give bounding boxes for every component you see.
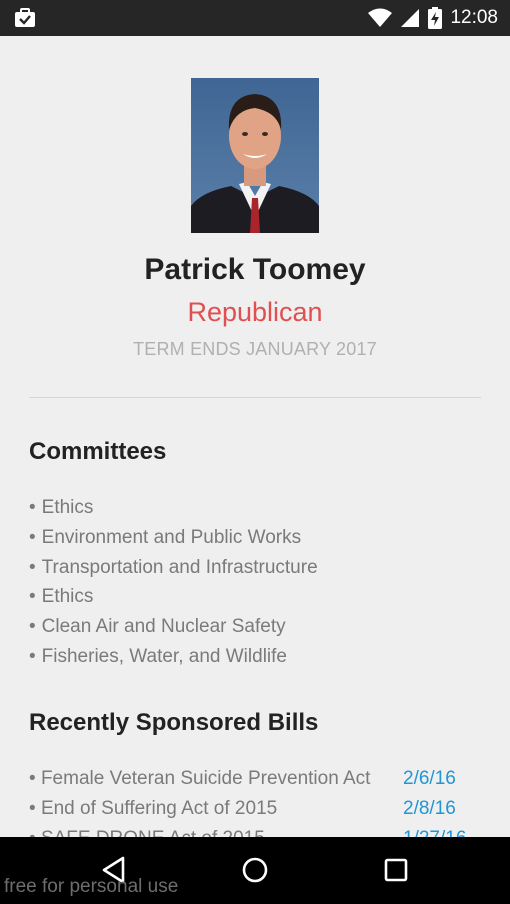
bill-date-link[interactable]: 1/27/16	[403, 824, 466, 837]
bullet: •	[29, 497, 36, 518]
committees-heading: Committees	[29, 438, 167, 465]
member-name: Patrick Toomey	[144, 253, 366, 286]
committee-item: • Ethics	[29, 582, 318, 612]
clock: 12:08	[450, 7, 498, 28]
member-party: Republican	[187, 297, 323, 327]
bullet: •	[29, 586, 36, 608]
bullet: •	[29, 798, 41, 819]
term-end: TERM ENDS JANUARY 2017	[133, 339, 377, 359]
briefcase-check-icon	[15, 8, 35, 27]
bill-item[interactable]: • End of Suffering Act of 2015 2/8/16	[29, 794, 481, 824]
bills-heading: Recently Sponsored Bills	[29, 709, 319, 736]
status-icons: 12:08	[368, 0, 498, 36]
committee-label: Transportation and Infrastructure	[41, 556, 318, 578]
bullet: •	[29, 526, 36, 548]
watermark: free for personal use	[4, 876, 179, 897]
committee-item: • Environment and Public Works	[29, 523, 318, 553]
divider	[29, 397, 481, 398]
committees-list: • Ethics • Environment and Public Works • T…	[29, 493, 318, 672]
wifi-icon	[368, 8, 393, 27]
committee-label: Fisheries, Water, and Wildlife	[41, 645, 287, 667]
bill-date-link[interactable]: 2/8/16	[403, 794, 456, 824]
bill-title[interactable]: Female Veteran Suicide Prevention Act	[41, 768, 371, 789]
status-bar: 12:08	[0, 0, 510, 36]
bullet: •	[29, 645, 36, 667]
committee-item: • Clean Air and Nuclear Safety	[29, 612, 318, 642]
bill-date-link[interactable]: 2/6/16	[403, 764, 456, 794]
bullet: •	[29, 556, 36, 578]
cell-signal-icon	[401, 9, 420, 27]
bill-title[interactable]: End of Suffering Act of 2015	[41, 798, 277, 819]
committee-item: • Transportation and Infrastructure	[29, 553, 318, 583]
bills-list: • Female Veteran Suicide Prevention Act 2…	[29, 764, 481, 837]
committee-label: Clean Air and Nuclear Safety	[41, 616, 286, 638]
recents-icon[interactable]	[381, 855, 411, 885]
bill-item[interactable]: • SAFE DRONE Act of 2015 1/27/16	[29, 824, 481, 837]
committee-label: Ethics	[41, 586, 94, 608]
member-portrait	[191, 78, 319, 233]
bill-title[interactable]: SAFE DRONE Act of 2015	[41, 828, 265, 837]
committee-label: Environment and Public Works	[41, 526, 302, 548]
committee-item: • Ethics	[29, 493, 318, 523]
committee-item: • Fisheries, Water, and Wildlife	[29, 642, 318, 672]
bullet: •	[29, 616, 36, 638]
member-detail: Patrick Toomey Republican TERM ENDS JANU…	[0, 36, 510, 837]
bullet: •	[29, 768, 41, 789]
battery-charging-icon	[428, 7, 443, 29]
committee-label: Ethics	[41, 497, 94, 518]
home-icon[interactable]	[240, 855, 270, 885]
bill-item[interactable]: • Female Veteran Suicide Prevention Act 2…	[29, 764, 481, 794]
bullet: •	[29, 828, 41, 837]
